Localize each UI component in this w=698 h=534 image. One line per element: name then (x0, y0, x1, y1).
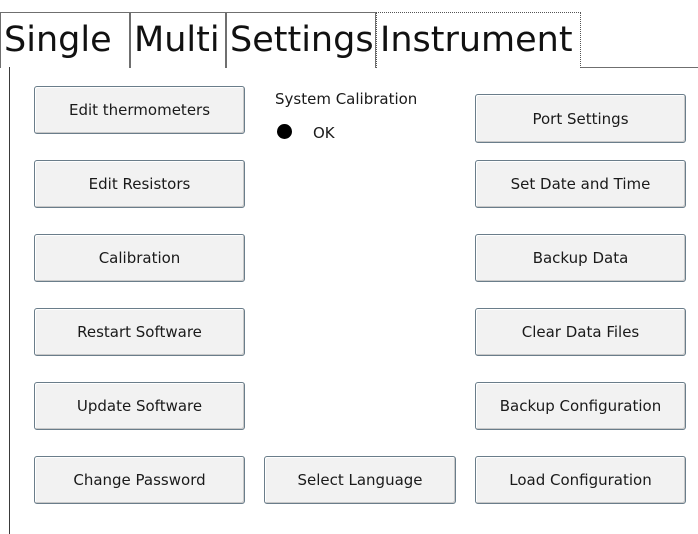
restart-software-button[interactable]: Restart Software (34, 308, 245, 356)
backup-configuration-button[interactable]: Backup Configuration (475, 382, 686, 430)
load-configuration-button[interactable]: Load Configuration (475, 456, 686, 504)
set-date-time-button[interactable]: Set Date and Time (475, 160, 686, 208)
system-calibration-status: OK (313, 124, 335, 142)
tab-multi[interactable]: Multi (130, 12, 226, 68)
change-password-button[interactable]: Change Password (34, 456, 245, 504)
tab-instrument[interactable]: Instrument (376, 12, 581, 68)
select-language-button[interactable]: Select Language (264, 456, 456, 504)
calibration-button[interactable]: Calibration (34, 234, 245, 282)
update-software-button[interactable]: Update Software (34, 382, 245, 430)
edit-resistors-button[interactable]: Edit Resistors (34, 160, 245, 208)
tab-settings[interactable]: Settings (226, 12, 376, 68)
edit-thermometers-button[interactable]: Edit thermometers (34, 86, 245, 134)
clear-data-files-button[interactable]: Clear Data Files (475, 308, 686, 356)
backup-data-button[interactable]: Backup Data (475, 234, 686, 282)
tab-single[interactable]: Single (0, 12, 130, 68)
port-settings-button[interactable]: Port Settings (475, 94, 686, 143)
system-calibration-label: System Calibration (275, 90, 418, 108)
status-indicator-icon (277, 124, 292, 139)
instrument-screen: Single Multi Settings Instrument Edit th… (0, 0, 698, 534)
